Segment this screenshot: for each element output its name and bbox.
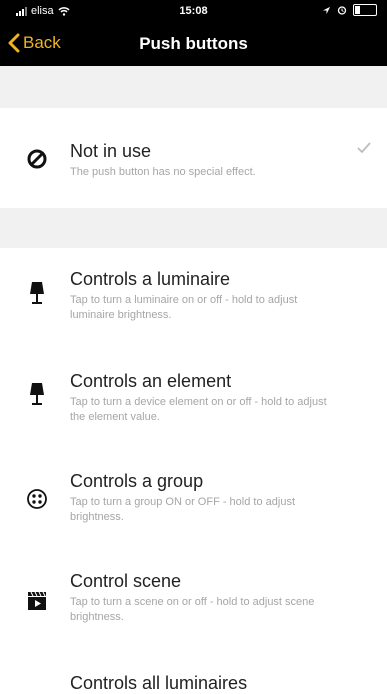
option-controls-element[interactable]: Controls an element Tap to turn a device… [0,348,387,448]
status-bar: elisa 15:08 [0,0,387,22]
option-title: Controls a group [70,471,204,491]
option-control-scene[interactable]: Control scene Tap to turn a scene on or … [0,548,387,648]
option-title: Controls a luminaire [70,269,231,289]
option-description: Tap to turn a device element on or off -… [70,396,327,423]
section-spacer [0,208,387,248]
option-controls-group[interactable]: Controls a group Tap to turn a group ON … [0,448,387,548]
option-title: Controls an element [70,371,232,391]
option-controls-luminaire[interactable]: Controls a luminaire Tap to turn a lumin… [0,248,387,348]
navigation-bar: Back Push buttons [0,22,387,66]
option-description: The push button has no special effect. [70,166,256,178]
prohibited-icon [22,144,52,174]
lamp-icon [22,278,52,308]
option-title: Not in use [70,141,152,161]
section-spacer [0,66,387,108]
group-icon [22,484,52,514]
checkmark-icon [357,142,371,154]
lamp-icon [22,379,52,409]
option-controls-all-luminaires[interactable]: Controls all luminaires [0,648,387,693]
status-right [322,4,377,16]
option-description: Tap to turn a scene on or off - hold to … [70,596,315,623]
page-title: Push buttons [139,34,248,53]
location-arrow-icon [322,6,331,14]
alarm-icon [337,6,347,15]
option-description: Tap to turn a luminaire on or off - hold… [70,294,298,321]
option-title: Control scene [70,571,182,591]
option-not-in-use[interactable]: Not in use The push button has no specia… [0,108,387,208]
battery-icon [353,4,377,16]
option-title: Controls all luminaires [70,673,248,693]
scene-clapper-icon [22,586,52,616]
option-description: Tap to turn a group ON or OFF - hold to … [70,496,295,523]
